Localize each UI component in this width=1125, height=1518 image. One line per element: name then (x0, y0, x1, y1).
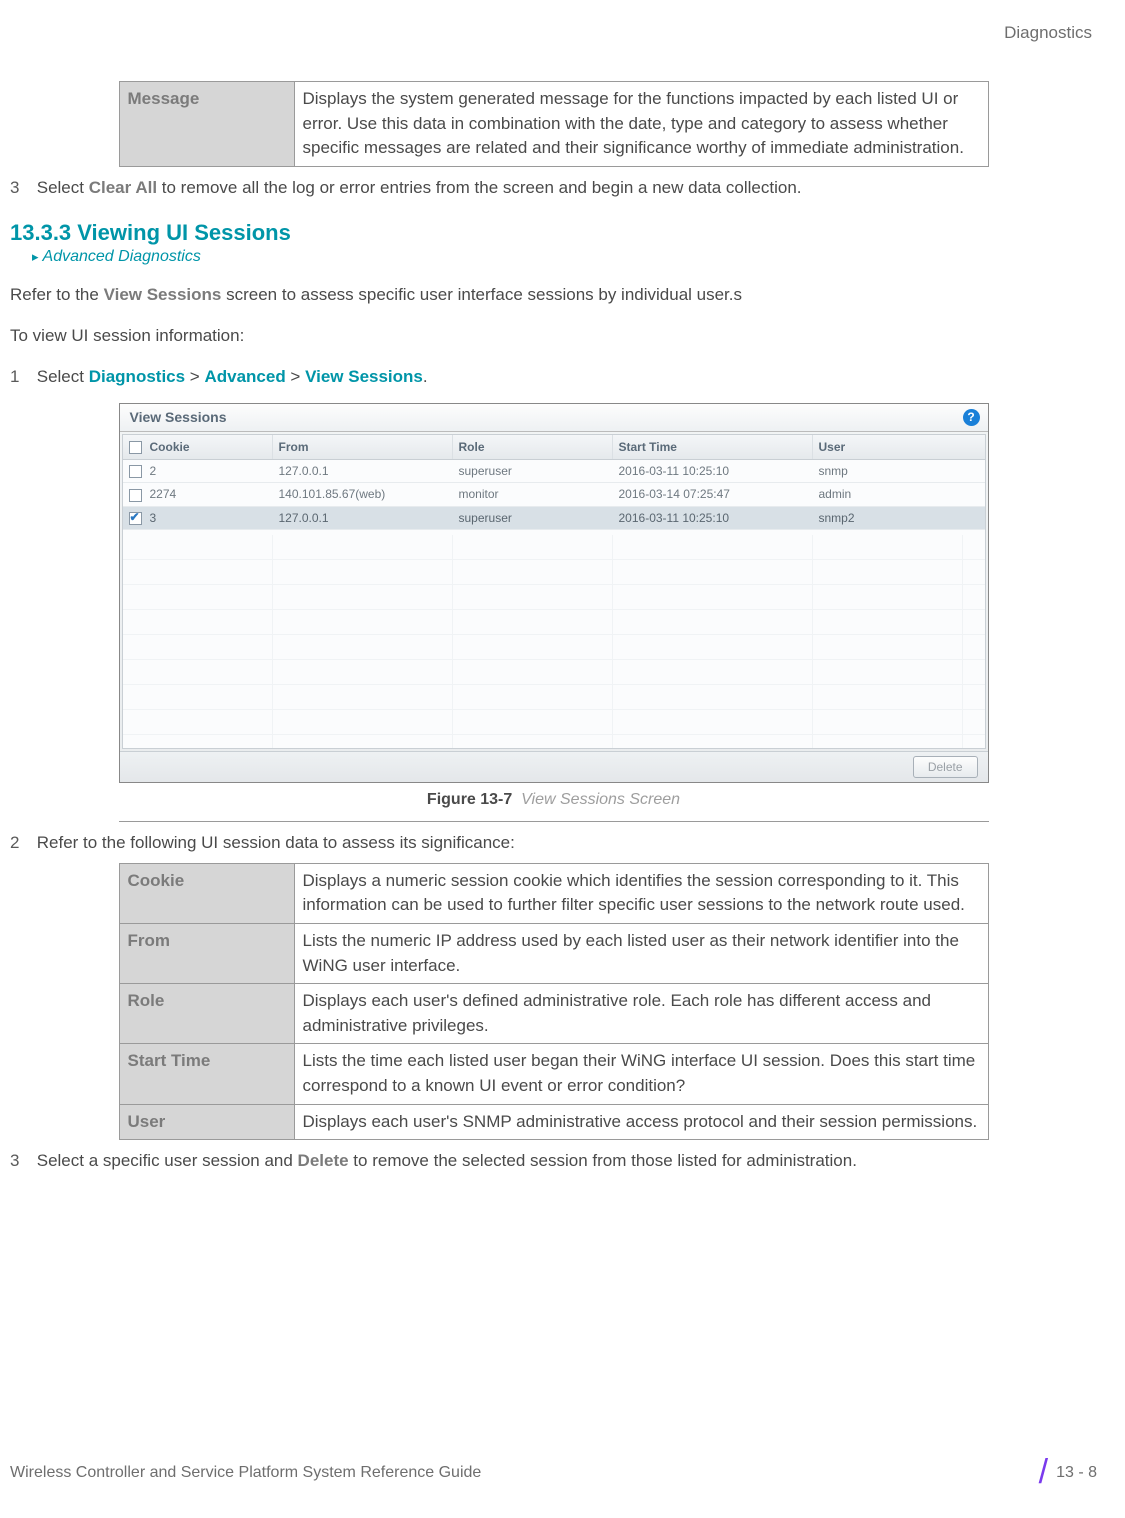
step-number: 2 (10, 832, 32, 855)
table-row: CookieDisplays a numeric session cookie … (119, 863, 988, 923)
step-number: 3 (10, 177, 32, 200)
col-cookie[interactable]: Cookie (123, 435, 273, 459)
col-user[interactable]: User (813, 435, 985, 459)
table-row[interactable]: 2274 140.101.85.67(web) monitor 2016-03-… (123, 483, 985, 506)
grid-empty-area (123, 535, 985, 748)
session-fields-table: CookieDisplays a numeric session cookie … (119, 863, 989, 1141)
field-desc: Displays each user's SNMP administrative… (294, 1104, 988, 1140)
table-row: UserDisplays each user's SNMP administra… (119, 1104, 988, 1140)
field-label: Start Time (119, 1044, 294, 1104)
grid-footer: Delete (120, 751, 988, 782)
delete-button[interactable]: Delete (913, 756, 978, 778)
slash-icon: / (1039, 1453, 1048, 1492)
message-desc-table: Message Displays the system generated me… (119, 81, 989, 167)
step-1-nav: 1 Select Diagnostics > Advanced > View S… (10, 366, 1067, 389)
step-2: 2 Refer to the following UI session data… (10, 832, 1067, 855)
row-checkbox[interactable] (129, 465, 142, 478)
table-row-selected[interactable]: 3 127.0.0.1 superuser 2016-03-11 10:25:1… (123, 507, 985, 530)
screenshot-figure: View Sessions ? Cookie From Role Start T… (119, 403, 989, 822)
col-start-time[interactable]: Start Time (613, 435, 813, 459)
step-number: 1 (10, 366, 32, 389)
figure-rule (119, 821, 989, 822)
field-desc: Lists the time each listed user began th… (294, 1044, 988, 1104)
col-role[interactable]: Role (453, 435, 613, 459)
chevron-right-icon: ▸ (32, 249, 39, 264)
field-label: From (119, 923, 294, 983)
field-desc: Lists the numeric IP address used by eac… (294, 923, 988, 983)
checkbox-all[interactable] (129, 441, 142, 454)
page-footer: Wireless Controller and Service Platform… (10, 1453, 1097, 1492)
delete-label: Delete (298, 1151, 349, 1170)
field-desc: Displays the system generated message fo… (294, 82, 988, 167)
table-row: RoleDisplays each user's defined adminis… (119, 984, 988, 1044)
intro-paragraph: Refer to the View Sessions screen to ass… (10, 284, 1067, 307)
field-label: User (119, 1104, 294, 1140)
nav-diagnostics: Diagnostics (89, 367, 185, 386)
grid-header: Cookie From Role Start Time User (123, 435, 985, 460)
page-number: / 13 - 8 (1039, 1453, 1097, 1492)
help-icon[interactable]: ? (963, 409, 980, 426)
step-number: 3 (10, 1150, 32, 1173)
footer-title: Wireless Controller and Service Platform… (10, 1464, 481, 1482)
clear-all-label: Clear All (89, 178, 157, 197)
page-header-section: Diagnostics (10, 23, 1097, 43)
window-titlebar: View Sessions ? (120, 404, 988, 432)
row-checkbox[interactable] (129, 489, 142, 502)
step-3-clear: 3 Select Clear All to remove all the log… (10, 177, 1067, 200)
breadcrumb: ▸Advanced Diagnostics (32, 248, 1097, 266)
table-row: Start TimeLists the time each listed use… (119, 1044, 988, 1104)
section-heading: 13.3.3 Viewing UI Sessions (10, 220, 1097, 246)
nav-advanced: Advanced (204, 367, 285, 386)
table-row: Message Displays the system generated me… (119, 82, 988, 167)
row-checkbox[interactable] (129, 512, 142, 525)
view-sessions-window: View Sessions ? Cookie From Role Start T… (119, 403, 989, 783)
view-sessions-label: View Sessions (104, 285, 222, 304)
col-from[interactable]: From (273, 435, 453, 459)
field-desc: Displays a numeric session cookie which … (294, 863, 988, 923)
field-label: Message (119, 82, 294, 167)
lead-paragraph: To view UI session information: (10, 325, 1067, 348)
nav-view-sessions: View Sessions (305, 367, 423, 386)
field-desc: Displays each user's defined administrat… (294, 984, 988, 1044)
table-row[interactable]: 2 127.0.0.1 superuser 2016-03-11 10:25:1… (123, 460, 985, 483)
field-label: Role (119, 984, 294, 1044)
step-3-delete: 3 Select a specific user session and Del… (10, 1150, 1067, 1173)
sessions-grid: Cookie From Role Start Time User 2 127.0… (122, 434, 986, 749)
field-label: Cookie (119, 863, 294, 923)
figure-caption: Figure 13-7 View Sessions Screen (119, 791, 989, 809)
window-title: View Sessions (130, 409, 227, 425)
table-row: FromLists the numeric IP address used by… (119, 923, 988, 983)
